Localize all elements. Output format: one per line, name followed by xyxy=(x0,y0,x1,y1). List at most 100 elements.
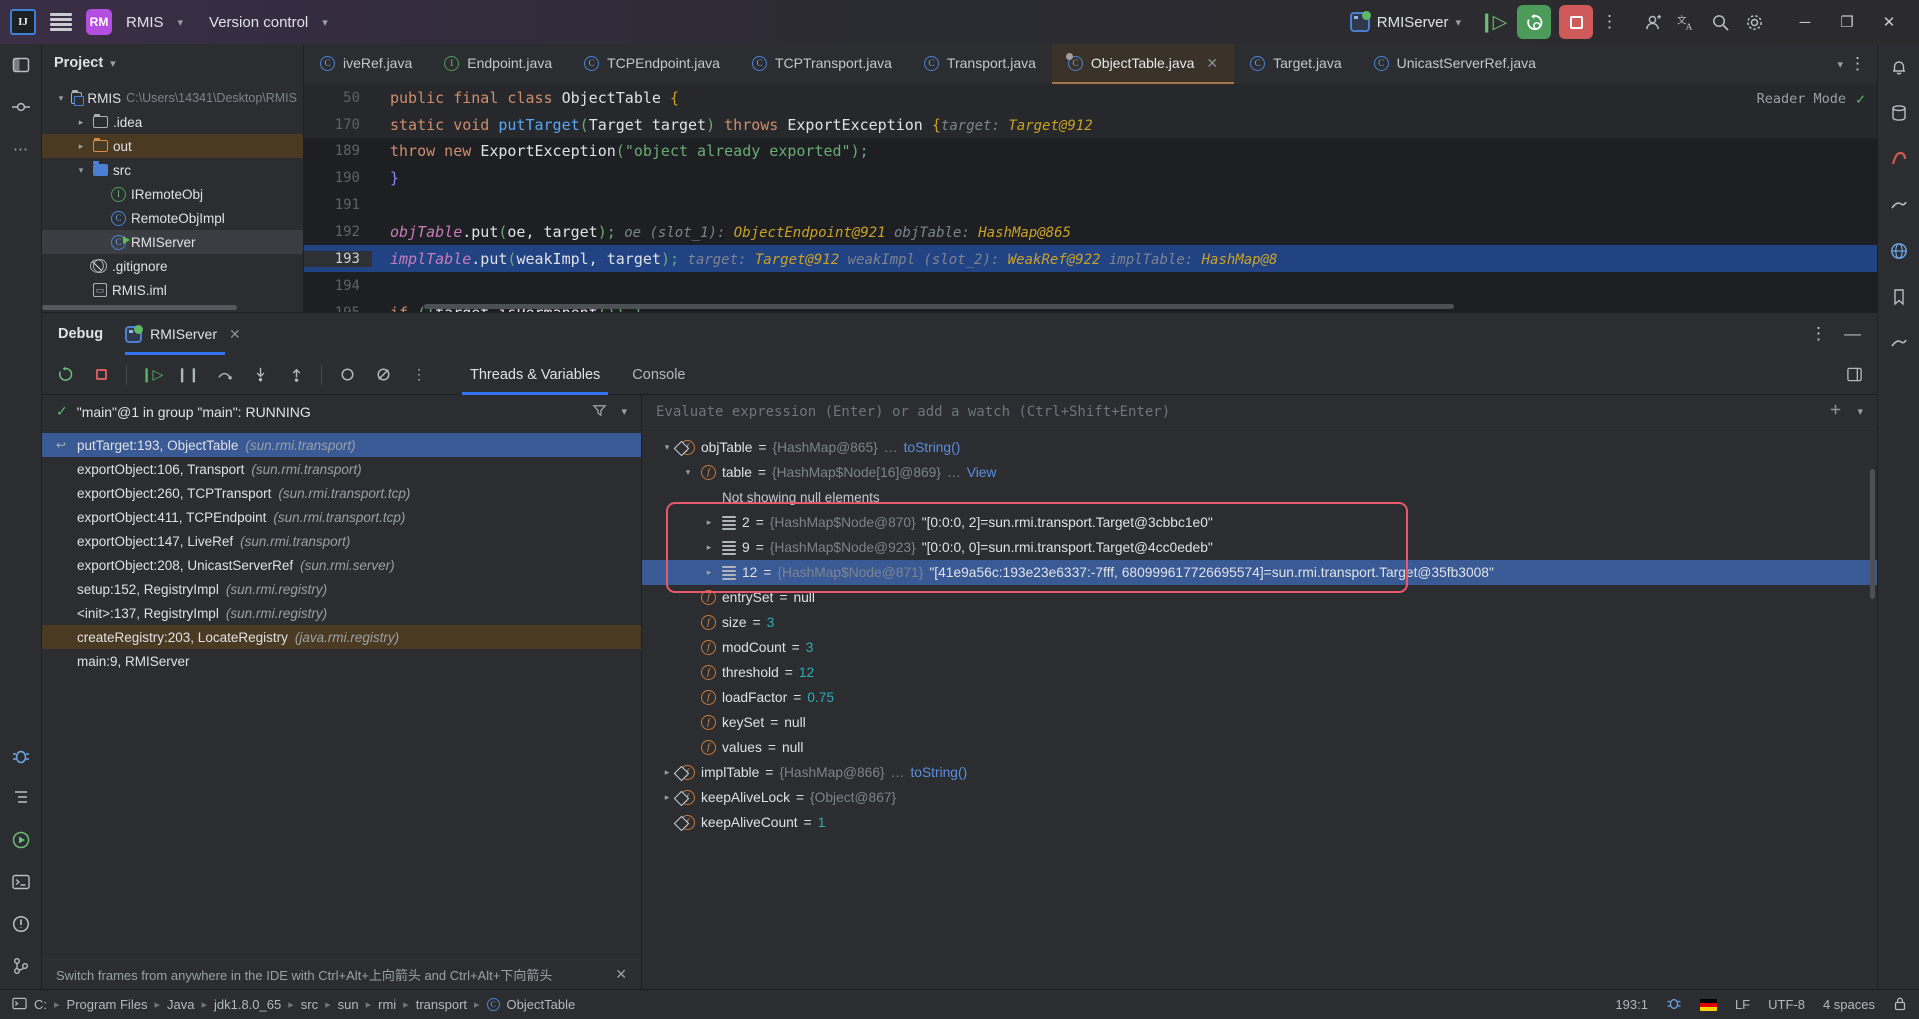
variable-row[interactable]: ▾ f objTable = {HashMap@865} … toString() xyxy=(642,435,1877,460)
breadcrumb-item[interactable]: rmi xyxy=(378,997,396,1012)
structure-tool-icon[interactable] xyxy=(8,785,34,811)
evaluate-chevron-down-icon[interactable]: ▾ xyxy=(1857,405,1863,418)
variable-expand-arrow[interactable]: ▾ xyxy=(681,467,695,478)
breadcrumb-item[interactable]: Program Files xyxy=(67,997,148,1012)
variable-action-link[interactable]: toString() xyxy=(904,440,961,455)
variable-expand-arrow[interactable]: ▾ xyxy=(660,442,674,453)
variable-row[interactable]: ▸ 12 = {HashMap$Node@871} "[41e9a56c:193e… xyxy=(642,560,1877,585)
project-tree-scrollbar[interactable] xyxy=(42,305,237,310)
editor-tab[interactable]: CiveRef.java xyxy=(304,44,428,84)
more-tools-icon[interactable]: ⋯ xyxy=(8,136,34,162)
line-number[interactable]: 192 xyxy=(304,224,372,240)
debug-tool-icon[interactable] xyxy=(8,743,34,769)
debug-minimize-icon[interactable]: — xyxy=(1844,324,1861,344)
tree-item[interactable]: ▾ RMIS C:\Users\14341\Desktop\RMIS xyxy=(42,86,303,110)
rerun-icon[interactable] xyxy=(54,364,76,386)
line-number[interactable]: 189 xyxy=(304,143,372,159)
project-panel-chevron-down-icon[interactable]: ▾ xyxy=(110,57,116,70)
indent-setting[interactable]: 4 spaces xyxy=(1823,997,1875,1012)
settings-gear-icon[interactable] xyxy=(1741,9,1767,35)
debug-more-vertical-icon[interactable]: ⋮ xyxy=(1810,324,1828,344)
breadcrumb-item[interactable]: transport xyxy=(416,997,467,1012)
breadcrumb-item[interactable]: ObjectTable xyxy=(507,997,576,1012)
frame-row[interactable]: <init>:137, RegistryImpl (sun.rmi.regist… xyxy=(42,601,641,625)
stop-icon[interactable] xyxy=(90,364,112,386)
stop-button[interactable] xyxy=(1559,5,1593,39)
code-line[interactable]: 191 xyxy=(304,191,1877,218)
mute-breakpoints-icon[interactable] xyxy=(336,364,358,386)
variable-row[interactable]: ▸ 2 = {HashMap$Node@870} "[0:0:0, 2]=sun.… xyxy=(642,510,1877,535)
tree-item[interactable]: ▸CRMIServer xyxy=(42,230,303,254)
filter-icon[interactable] xyxy=(592,403,608,421)
breadcrumb-item[interactable]: sun xyxy=(338,997,359,1012)
database-icon[interactable] xyxy=(1886,100,1912,126)
plugins-icon[interactable] xyxy=(1886,330,1912,356)
file-encoding[interactable]: UTF-8 xyxy=(1768,997,1805,1012)
bug-icon[interactable] xyxy=(1666,995,1682,1014)
variable-row[interactable]: ▸ f implTable = {HashMap@866} … toString() xyxy=(642,760,1877,785)
tree-item[interactable]: ▸IIRemoteObj xyxy=(42,182,303,206)
editor-tab-bar[interactable]: CiveRef.java I Endpoint.java C TCPEndpoint.j… xyxy=(304,44,1877,84)
line-separator[interactable]: LF xyxy=(1735,997,1750,1012)
variable-expand-arrow[interactable]: ▸ xyxy=(702,542,716,553)
frame-row[interactable]: exportObject:260, TCPTransport (sun.rmi.… xyxy=(42,481,641,505)
line-number[interactable]: 191 xyxy=(304,197,372,213)
debug-tab[interactable]: Threads & Variables xyxy=(454,355,616,395)
frame-row[interactable]: setup:152, RegistryImpl (sun.rmi.registr… xyxy=(42,577,641,601)
tree-item[interactable]: ▸▭RMIS.iml xyxy=(42,278,303,302)
code-line[interactable]: 194 xyxy=(304,272,1877,299)
variable-row[interactable]: ▾ f table = {HashMap$Node[16]@869} … View xyxy=(642,460,1877,485)
frame-row[interactable]: exportObject:411, TCPEndpoint (sun.rmi.t… xyxy=(42,505,641,529)
tab-more-vertical-icon[interactable]: ⋮ xyxy=(1849,54,1867,74)
status-terminal-icon[interactable] xyxy=(12,996,27,1014)
project-tree[interactable]: ▾ RMIS C:\Users\14341\Desktop\RMIS ▸ .idea ▸ o… xyxy=(42,82,303,312)
step-into-icon[interactable] xyxy=(249,364,271,386)
debug-tab-strip[interactable]: Threads & Variables Console xyxy=(454,355,702,395)
tree-item[interactable]: ▸ out xyxy=(42,134,303,158)
line-number[interactable]: 190 xyxy=(304,170,372,186)
line-number[interactable]: 194 xyxy=(304,278,372,294)
run-configuration-selector[interactable]: RMIServer ▾ xyxy=(1344,9,1467,35)
project-name-label[interactable]: RMIS xyxy=(126,14,164,31)
de-flag-icon[interactable] xyxy=(1699,998,1717,1011)
bookmarks-icon[interactable] xyxy=(1886,284,1912,310)
variable-expand-arrow[interactable]: ▸ xyxy=(660,792,674,803)
variables-tree[interactable]: ▾ f objTable = {HashMap@865} … toString() ▾… xyxy=(642,429,1877,989)
version-control-chevron-down-icon[interactable]: ▾ xyxy=(322,16,328,29)
variables-scrollbar[interactable] xyxy=(1870,469,1875,599)
run-tool-icon[interactable] xyxy=(8,827,34,853)
frame-row[interactable]: exportObject:106, Transport (sun.rmi.tra… xyxy=(42,457,641,481)
variable-row[interactable]: ▸floadFactor = 0.75 xyxy=(642,685,1877,710)
debug-tab[interactable]: Console xyxy=(616,355,701,395)
variable-action-link[interactable]: toString() xyxy=(910,765,967,780)
variable-expand-arrow[interactable]: ▸ xyxy=(702,567,716,578)
account-icon[interactable] xyxy=(1639,9,1665,35)
variable-row[interactable]: ▸fthreshold = 12 xyxy=(642,660,1877,685)
editor-tab[interactable]: C TCPEndpoint.java xyxy=(568,44,736,84)
frame-row[interactable]: exportObject:208, UnicastServerRef (sun.… xyxy=(42,553,641,577)
close-button[interactable]: ✕ xyxy=(1869,5,1909,39)
editor-tab[interactable]: I Endpoint.java xyxy=(428,44,568,84)
code-line[interactable]: 190 } xyxy=(304,164,1877,191)
tree-item[interactable]: ▸ .idea xyxy=(42,110,303,134)
editor-tab[interactable]: C ObjectTable.java ✕ xyxy=(1051,44,1235,84)
variable-row[interactable]: ▸ f keepAliveLock = {Object@867} xyxy=(642,785,1877,810)
tree-item[interactable]: ▸CRemoteObjImpl xyxy=(42,206,303,230)
editor-horizontal-scrollbar[interactable] xyxy=(424,304,1454,309)
tab-overflow-chevron-down-icon[interactable]: ▾ xyxy=(1837,58,1843,71)
breadcrumb-item[interactable]: C: xyxy=(34,997,47,1012)
thread-selector[interactable]: ✓ "main"@1 in group "main": RUNNING ▾ xyxy=(42,395,641,429)
variable-expand-arrow[interactable]: ▸ xyxy=(660,767,674,778)
more-vertical-icon[interactable]: ⋮ xyxy=(1601,12,1619,32)
hamburger-menu-icon[interactable] xyxy=(50,13,72,31)
variable-row[interactable]: ▸fmodCount = 3 xyxy=(642,635,1877,660)
variable-row[interactable]: ▸fkeySet = null xyxy=(642,710,1877,735)
pause-program-icon[interactable]: ❙❙ xyxy=(176,364,199,386)
breadcrumb[interactable]: C: ▸ Program Files ▸ Java ▸ jdk1.8.0_65 ▸ src ▸ su… xyxy=(34,997,575,1012)
sticky-code-line[interactable]: 170 static void putTarget(Target target)… xyxy=(304,111,1877,138)
editor-tab-close-icon[interactable]: ✕ xyxy=(1206,55,1218,72)
commit-tool-icon[interactable] xyxy=(8,94,34,120)
frame-row[interactable]: ↩ putTarget:193, ObjectTable (sun.rmi.tra… xyxy=(42,433,641,457)
breadcrumb-item[interactable]: src xyxy=(301,997,318,1012)
frames-hint-close-icon[interactable]: ✕ xyxy=(615,966,627,983)
